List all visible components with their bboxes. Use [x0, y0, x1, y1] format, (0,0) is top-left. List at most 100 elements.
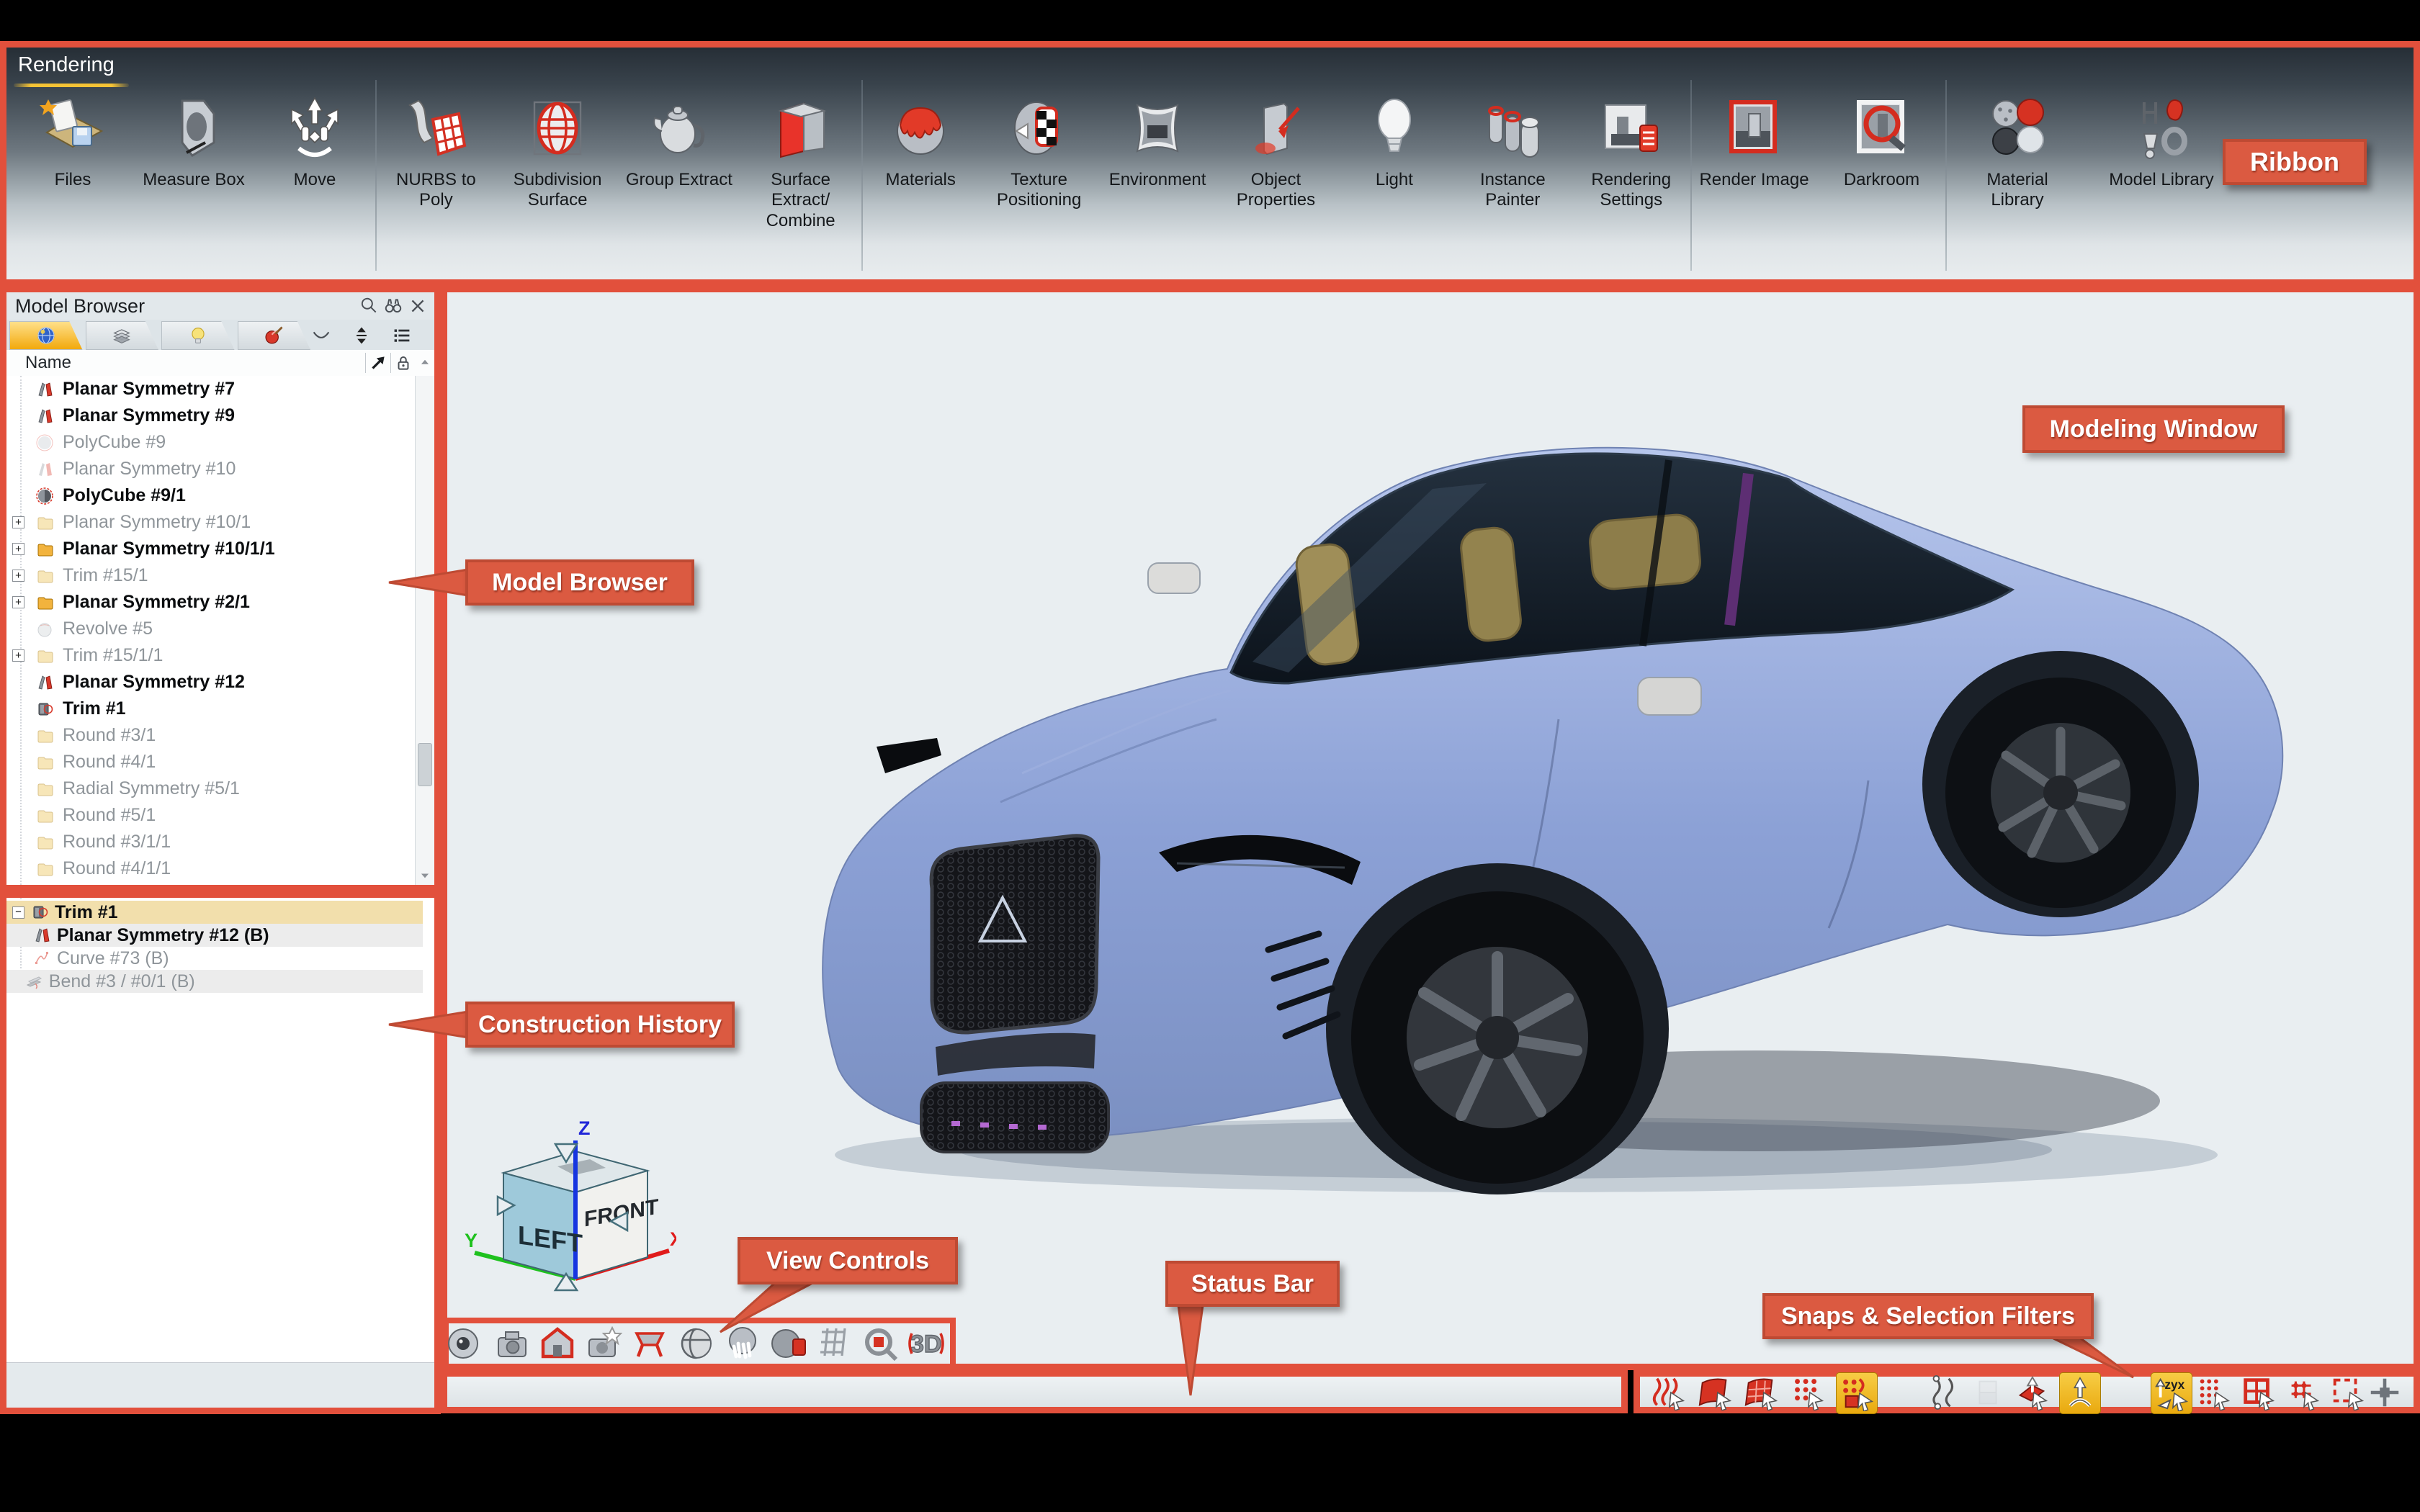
close-icon[interactable]: [405, 294, 430, 318]
tab-lights[interactable]: [161, 321, 235, 350]
camera-view-icon[interactable]: [494, 1325, 532, 1362]
box-select-filter-icon[interactable]: [2329, 1374, 2365, 1410]
lock-icon[interactable]: [391, 351, 416, 374]
tab-objects-globe[interactable]: [9, 321, 83, 350]
ribbon-item-material-library[interactable]: Material Library: [1957, 92, 2078, 211]
annotation-model-browser: Model Browser: [465, 559, 694, 606]
history-item-planar-symmetry-12-b[interactable]: Planar Symmetry #12 (B): [6, 924, 423, 947]
ribbon-item-texture-positioning[interactable]: Texture Positioning: [980, 92, 1098, 211]
ribbon-item-rendering-settings[interactable]: Rendering Settings: [1572, 92, 1690, 211]
ribbon-item-render-image[interactable]: Render Image: [1694, 92, 1815, 190]
ribbon-item-group-extract[interactable]: Group Extract: [619, 92, 740, 190]
expander-icon[interactable]: +: [12, 516, 24, 528]
snapshot-camera-icon[interactable]: [585, 1325, 622, 1362]
surface-grid-snap-icon[interactable]: [1743, 1374, 1779, 1410]
tree-item-radial-symmetry-5-1[interactable]: Radial Symmetry #5/1: [6, 775, 416, 802]
shaded-sphere-panel-icon[interactable]: [770, 1325, 807, 1362]
tree-item-planar-symmetry-10[interactable]: Planar Symmetry #10: [6, 456, 416, 482]
tree-item-round-4-1-1[interactable]: Round #4/1/1: [6, 855, 416, 882]
collapse-arc-icon[interactable]: [310, 325, 332, 350]
tree-item-planar-symmetry-10-1[interactable]: +Planar Symmetry #10/1: [6, 509, 416, 536]
curve-edit-snap-icon[interactable]: [1925, 1374, 1961, 1410]
tree-item-planar-symmetry-9[interactable]: Planar Symmetry #9: [6, 402, 416, 429]
point-grid-filter-icon[interactable]: [2195, 1374, 2231, 1410]
rear-wheel: [1945, 678, 2176, 908]
search-icon[interactable]: [357, 294, 381, 318]
history-item-bend-3-0-1-b[interactable]: Bend #3 / #0/1 (B): [6, 970, 423, 993]
ribbon-item-materials[interactable]: Materials: [861, 92, 980, 190]
stereo-3d-icon[interactable]: 3D: [908, 1325, 945, 1362]
tree-item-trim-1[interactable]: Trim #1: [6, 696, 416, 722]
expand-collapse-icon[interactable]: [351, 325, 372, 350]
xyz-filter-icon[interactable]: zyx: [2151, 1372, 2192, 1414]
tab-layers[interactable]: [86, 321, 159, 350]
scrollbar-track[interactable]: [415, 376, 434, 885]
object-snap-icon[interactable]: [1970, 1374, 2006, 1410]
ribbon-item-instance-painter[interactable]: Instance Painter: [1453, 92, 1572, 211]
tab-materials[interactable]: [238, 321, 311, 350]
find-binoculars-icon[interactable]: [381, 294, 405, 318]
expander-icon[interactable]: +: [12, 596, 24, 608]
list-view-icon[interactable]: [391, 325, 413, 350]
tree-item-planar-symmetry-2-1[interactable]: +Planar Symmetry #2/1: [6, 589, 416, 616]
ribbon-item-subdivision-surface[interactable]: Subdivision Surface: [497, 92, 618, 211]
grid-point-filter-icon[interactable]: [2285, 1374, 2321, 1410]
expander-icon[interactable]: +: [12, 649, 24, 662]
ribbon-item-darkroom[interactable]: Darkroom: [1821, 92, 1942, 190]
scroll-up-icon[interactable]: [416, 351, 434, 374]
cv-snap-icon[interactable]: [1836, 1372, 1878, 1414]
tree-item-label: Planar Symmetry #10/1/1: [63, 539, 275, 559]
ribbon-item-measure-box[interactable]: Measure Box: [133, 92, 254, 190]
window-select-filter-icon[interactable]: [2240, 1374, 2276, 1410]
ribbon-item-light[interactable]: Light: [1335, 92, 1453, 190]
tree-item-planar-symmetry-12[interactable]: Planar Symmetry #12: [6, 669, 416, 696]
look-eye-icon[interactable]: [444, 1325, 482, 1362]
ribbon-item-nurbs-to-poly[interactable]: NURBS to Poly: [375, 92, 496, 211]
tree-item-round-3-1-1[interactable]: Round #3/1/1: [6, 829, 416, 855]
wireframe-globe-icon[interactable]: [678, 1325, 715, 1362]
expander-icon[interactable]: +: [12, 543, 24, 555]
construction-grid-icon[interactable]: [815, 1325, 852, 1362]
move-arrow-snap-icon[interactable]: [2059, 1372, 2101, 1414]
tree-item-round-4-1[interactable]: Round #4/1: [6, 749, 416, 775]
tree-item-polycube-9-1[interactable]: PolyCube #9/1: [6, 482, 416, 509]
view-panel-icon[interactable]: [631, 1325, 668, 1362]
tree-item-planar-symmetry-10-1-1[interactable]: + Planar Symmetry #10/1/1: [6, 536, 416, 562]
tree-item-polycube-9[interactable]: PolyCube #9: [6, 429, 416, 456]
home-default-view-icon[interactable]: [539, 1325, 576, 1362]
ribbon-item-files[interactable]: Files: [12, 92, 133, 190]
expander-icon[interactable]: +: [12, 570, 24, 582]
tree-item-trim-15-1[interactable]: +Trim #15/1: [6, 562, 416, 589]
history-item-curve-73-b[interactable]: Curve #73 (B): [6, 947, 423, 970]
curve-snap-icon[interactable]: [1650, 1374, 1686, 1410]
surface-snap-icon[interactable]: [1697, 1374, 1733, 1410]
name-column-header[interactable]: Name: [6, 350, 434, 377]
tree-item-radial-symmetry-5-1-1[interactable]: Radial Symmetry #5/1/1: [6, 882, 416, 885]
view-cube[interactable]: LEFT FRONT Z X Y: [460, 1112, 676, 1299]
tree-item-round-3-1[interactable]: Round #3/1: [6, 722, 416, 749]
magnify-object-icon[interactable]: [861, 1325, 899, 1362]
tree-item-planar-symmetry-7[interactable]: Planar Symmetry #7: [6, 376, 416, 402]
ribbon-item-move[interactable]: Move: [254, 92, 375, 190]
pan-hand-sphere-icon[interactable]: [724, 1325, 761, 1362]
tree-item-trim-15-1-1[interactable]: +Trim #15/1/1: [6, 642, 416, 669]
light-icon: [1358, 92, 1430, 164]
scrollbar-thumb[interactable]: [418, 743, 432, 786]
status-bar: [441, 1370, 1628, 1413]
history-item-trim-1[interactable]: −Trim #1: [6, 901, 423, 924]
ribbon-item-environment[interactable]: Environment: [1098, 92, 1216, 190]
plane-snap-icon[interactable]: [2013, 1374, 2049, 1410]
ribbon-group-rendering: Render ImageDarkroomRendering: [1690, 92, 1945, 281]
ribbon-item-object-properties[interactable]: Object Properties: [1216, 92, 1335, 211]
scroll-down-icon[interactable]: [416, 866, 434, 885]
subdivision-surface-icon: [521, 92, 593, 164]
pin-arrow-icon[interactable]: [366, 351, 390, 374]
files-icon: [37, 92, 109, 164]
tree-item-round-5-1[interactable]: Round #5/1: [6, 802, 416, 829]
ribbon-item-model-library[interactable]: Model Library: [2101, 92, 2222, 190]
collapse-icon[interactable]: −: [12, 906, 24, 919]
center-pivot-icon[interactable]: [2367, 1374, 2403, 1410]
point-snap-icon[interactable]: [1789, 1374, 1825, 1410]
ribbon-item-surface-extract-combine[interactable]: Surface Extract/ Combine: [740, 92, 861, 231]
tree-item-revolve-5[interactable]: Revolve #5: [6, 616, 416, 642]
